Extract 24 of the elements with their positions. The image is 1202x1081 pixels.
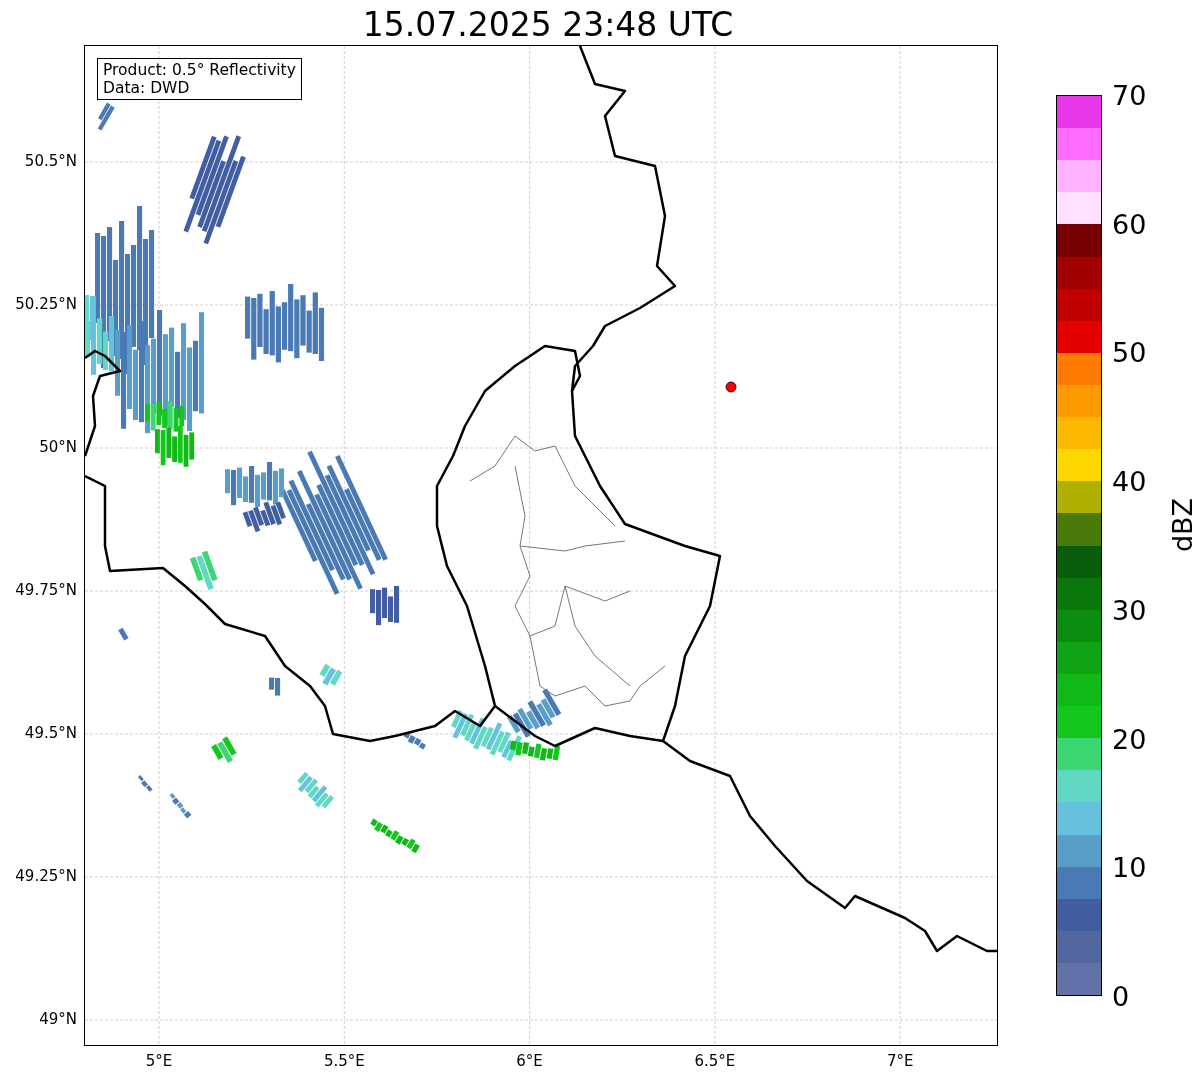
axis-tick-label: 49.5°N (24, 724, 77, 742)
axis-tick-label: 6°E (516, 1052, 543, 1070)
colorbar-tick-label: 10 (1112, 853, 1147, 881)
colorbar-tick-label: 70 (1112, 81, 1147, 109)
colorbar-tick-label: 20 (1112, 725, 1147, 753)
colorbar-label: dBZ (1166, 497, 1198, 553)
axis-tick-label: 49.75°N (15, 581, 77, 599)
info-text: Product: 0.5° Reflectivity (103, 61, 296, 79)
colorbar-tick-label: 40 (1112, 467, 1147, 495)
colorbar-tick-label: 60 (1112, 210, 1147, 238)
axis-tick-label: 5°E (145, 1052, 173, 1070)
colorbar-tick-label: 30 (1112, 596, 1147, 624)
axis-tick-label: 49.25°N (15, 867, 77, 885)
info-text: Data: DWD (103, 79, 191, 97)
chart-title: 15.07.2025 23:48 UTC (361, 4, 735, 45)
axis-tick-label: 49°N (39, 1010, 77, 1028)
axis-tick-label: 50.25°N (15, 295, 77, 313)
axis-tick-label: 7°E (886, 1052, 914, 1070)
axis-tick-label: 50.5°N (24, 152, 77, 170)
axis-tick-label: 50°N (39, 438, 77, 456)
colorbar-tick-label: 50 (1112, 338, 1147, 366)
axis-tick-label: 5.5°E (323, 1052, 365, 1070)
axis-tick-label: 6.5°E (694, 1052, 736, 1070)
colorbar-tick-label: 0 (1112, 982, 1130, 1010)
